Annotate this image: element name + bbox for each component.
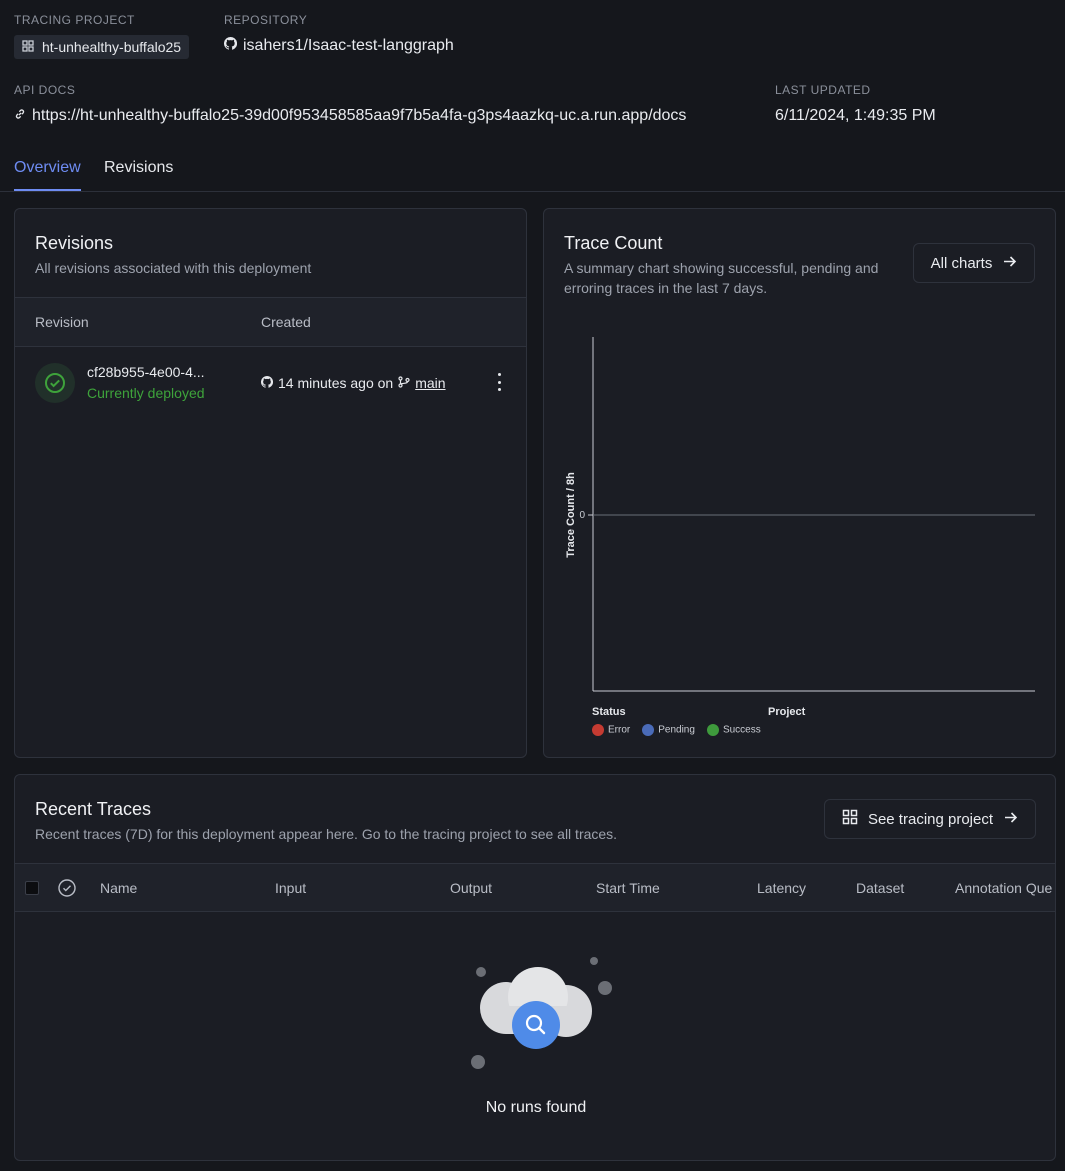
legend-item-success[interactable]: Success [706,724,761,736]
api-docs-label: API DOCS [14,83,76,97]
legend-project-title: Project [768,706,806,718]
legend-label-pending: Pending [658,724,695,736]
legend-label-success: Success [722,724,761,736]
branch-icon [398,375,410,391]
column-name[interactable]: Name [100,880,137,896]
revisions-table-header: Revision Created [15,297,526,347]
trace-count-card: Trace Count A summary chart showing succ… [543,208,1056,758]
tab-bar: Overview Revisions [0,150,1065,192]
column-output[interactable]: Output [450,880,492,896]
last-updated-value: 6/11/2024, 1:49:35 PM [775,107,936,124]
tracing-project-label: TRACING PROJECT [14,13,135,27]
api-docs-url: https://ht-unhealthy-buffalo25-39d00f953… [32,107,687,124]
all-charts-label: All charts [930,254,993,272]
status-check-icon [58,879,76,902]
legend-dot-success [706,724,719,736]
created-time: 14 minutes ago on [278,375,394,391]
github-icon [260,375,274,391]
column-input[interactable]: Input [275,880,306,896]
legend-dot-error [592,724,604,736]
traces-table-header: Name Input Output Start Time Latency Dat… [15,863,1055,912]
recent-traces-card: Recent Traces Recent traces (7D) for thi… [14,774,1056,1161]
column-revision: Revision [35,314,89,330]
check-circle-icon [35,363,75,403]
recent-traces-title: Recent Traces [35,799,152,819]
legend-dot-pending [642,724,655,736]
column-start-time[interactable]: Start Time [596,880,660,896]
tab-revisions[interactable]: Revisions [104,159,173,189]
trace-count-title: Trace Count [564,233,663,253]
legend-item-error[interactable]: Error [592,724,630,736]
repository-label: REPOSITORY [224,13,308,27]
tracing-project-chip[interactable]: ht-unhealthy-buffalo25 [14,35,190,59]
chart-ylabel: Trace Count / 8h [565,472,577,558]
github-icon [223,36,238,55]
arrow-right-icon [1003,810,1018,829]
legend-status-title: Status [592,706,626,718]
column-created: Created [261,314,311,330]
link-icon [14,107,26,125]
chart-ytick-0: 0 [579,510,585,521]
tracing-project-name: ht-unhealthy-buffalo25 [42,39,182,55]
see-tracing-project-label: See tracing project [867,810,994,828]
all-charts-button[interactable]: All charts [913,243,1035,283]
revisions-card: Revisions All revisions associated with … [14,208,527,758]
recent-traces-subtitle: Recent traces (7D) for this deployment a… [35,826,618,842]
empty-state-illustration [461,951,621,1071]
revision-created: 14 minutes ago on main [260,375,446,391]
grid-icon [842,809,858,829]
trace-count-subtitle: A summary chart showing successful, pend… [564,260,879,296]
grid-icon [22,39,34,55]
revision-status: Currently deployed [87,385,205,401]
branch-link[interactable]: main [415,375,445,391]
revisions-title: Revisions [35,233,114,253]
empty-state-text: No runs found [485,1099,587,1116]
column-annotation-queue[interactable]: Annotation Que [955,880,1052,896]
trace-count-chart: 0 Trace Count / 8h [565,337,1035,692]
revision-id: cf28b955-4e00-4... [87,364,205,380]
revision-row[interactable]: cf28b955-4e00-4... Currently deployed 14… [15,347,526,421]
revisions-subtitle: All revisions associated with this deplo… [35,260,312,276]
repository-name: isahers1/Isaac-test-langgraph [243,37,454,54]
tab-overview[interactable]: Overview [14,159,81,191]
more-options-icon[interactable] [495,373,503,391]
column-latency[interactable]: Latency [757,880,806,896]
legend-label-error: Error [608,724,631,736]
api-docs-link[interactable]: https://ht-unhealthy-buffalo25-39d00f953… [14,107,686,125]
legend-item-pending[interactable]: Pending [642,724,695,736]
repository-link[interactable]: isahers1/Isaac-test-langgraph [223,36,454,55]
select-all-checkbox[interactable] [25,881,39,895]
arrow-right-icon [1002,254,1017,273]
column-dataset[interactable]: Dataset [856,880,904,896]
see-tracing-project-button[interactable]: See tracing project [824,799,1036,839]
last-updated-label: LAST UPDATED [775,83,871,97]
chart-legend: Error Pending Success [592,724,761,736]
